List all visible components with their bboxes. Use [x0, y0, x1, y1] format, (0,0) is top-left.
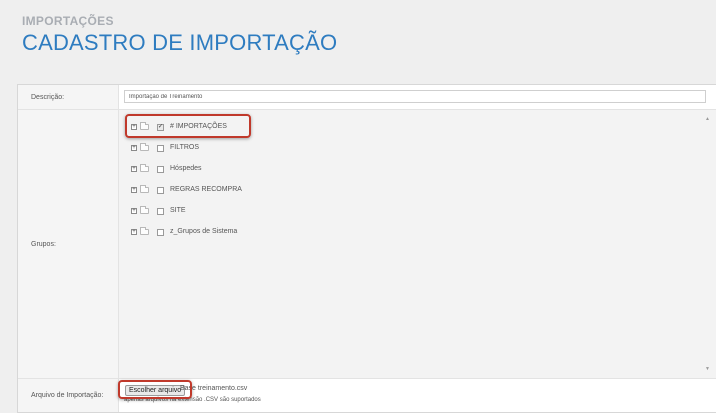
group-checkbox[interactable]: [157, 208, 164, 215]
folder-icon: [140, 143, 149, 151]
tree-item-label[interactable]: SITE: [170, 207, 186, 214]
page-header: IMPORTAÇÕES CADASTRO DE IMPORTAÇÃO: [22, 14, 337, 56]
expand-icon[interactable]: +: [131, 145, 137, 151]
section-title: IMPORTAÇÕES: [22, 14, 114, 28]
group-checkbox[interactable]: [157, 187, 164, 194]
scroll-up-icon[interactable]: ▲: [705, 116, 710, 122]
file-label: Arquivo de Importação:: [31, 392, 104, 399]
groups-row: Grupos: ▲ ▼ + ✓ # IMPORTAÇÕES + FILTROS …: [18, 110, 716, 379]
folder-icon: [140, 206, 149, 214]
description-label: Descrição:: [31, 94, 65, 101]
file-label-cell: Arquivo de Importação:: [18, 379, 119, 412]
highlight-box: [118, 380, 192, 399]
description-row: Descrição:: [18, 85, 716, 110]
groups-tree[interactable]: ▲ ▼ + ✓ # IMPORTAÇÕES + FILTROS + Hósped…: [119, 110, 716, 378]
expand-icon[interactable]: +: [131, 208, 137, 214]
folder-icon: [140, 185, 149, 193]
tree-item-label[interactable]: Hóspedes: [170, 165, 202, 172]
expand-icon[interactable]: +: [131, 166, 137, 172]
tree-item-label[interactable]: FILTROS: [170, 144, 199, 151]
groups-label-cell: Grupos:: [18, 110, 119, 378]
group-checkbox[interactable]: [157, 145, 164, 152]
scroll-down-icon[interactable]: ▼: [705, 366, 710, 372]
tree-item-label[interactable]: REGRAS RECOMPRA: [170, 186, 242, 193]
import-form: Descrição: Grupos: ▲ ▼ + ✓ # IMPORTAÇÕES…: [17, 84, 716, 413]
description-input[interactable]: [124, 90, 706, 103]
folder-icon: [140, 227, 149, 235]
description-label-cell: Descrição:: [18, 85, 119, 109]
groups-label: Grupos:: [31, 241, 56, 248]
folder-icon: [140, 164, 149, 172]
group-checkbox[interactable]: [157, 229, 164, 236]
expand-icon[interactable]: +: [131, 187, 137, 193]
group-checkbox[interactable]: [157, 166, 164, 173]
tree-item-label[interactable]: z_Grupos de Sistema: [170, 228, 237, 235]
page-title: CADASTRO DE IMPORTAÇÃO: [22, 30, 338, 55]
expand-icon[interactable]: +: [131, 229, 137, 235]
highlight-box: [125, 114, 251, 138]
